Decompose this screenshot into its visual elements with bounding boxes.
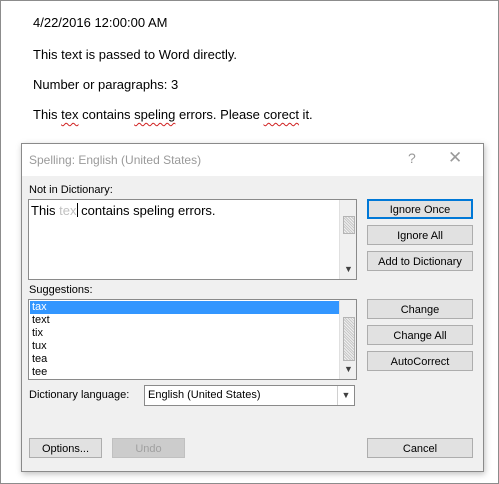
scroll-thumb[interactable] xyxy=(343,317,355,361)
suggestion-item[interactable]: tux xyxy=(30,340,340,353)
text-segment: This xyxy=(31,203,60,218)
not-in-dictionary-scrollbar[interactable]: ▼ xyxy=(339,200,356,279)
dialog-titlebar: Spelling: English (United States) ? ✕ xyxy=(22,144,483,176)
add-to-dictionary-button[interactable]: Add to Dictionary xyxy=(367,251,473,271)
help-icon[interactable]: ? xyxy=(408,150,416,166)
close-icon[interactable]: ✕ xyxy=(448,148,462,168)
text-segment: contains xyxy=(78,107,135,122)
suggestions-label: Suggestions: xyxy=(29,284,93,296)
suggestions-list[interactable]: tax text tix tux tea tee ▼ xyxy=(28,299,357,380)
undo-button[interactable]: Undo xyxy=(112,438,185,458)
document-date-line: 4/22/2016 12:00:00 AM xyxy=(33,15,168,30)
options-button[interactable]: Options... xyxy=(29,438,102,458)
misspelled-word: corect xyxy=(263,107,299,122)
text-segment: it. xyxy=(298,107,313,122)
suggestion-item[interactable]: tee xyxy=(30,366,340,379)
suggestions-scrollbar[interactable]: ▼ xyxy=(339,300,356,379)
misspelled-word: speling xyxy=(134,107,176,122)
chevron-down-icon[interactable]: ▼ xyxy=(337,386,354,405)
chevron-down-icon[interactable]: ▼ xyxy=(344,264,353,274)
not-in-dictionary-text: This tex contains speling errors. xyxy=(31,203,216,218)
text-segment: errors. Please xyxy=(175,107,264,122)
ignore-once-button[interactable]: Ignore Once xyxy=(367,199,473,219)
autocorrect-button[interactable]: AutoCorrect xyxy=(367,351,473,371)
cancel-button[interactable]: Cancel xyxy=(367,438,473,458)
change-all-button[interactable]: Change All xyxy=(367,325,473,345)
dialog-title: Spelling: English (United States) xyxy=(29,153,202,167)
chevron-down-icon[interactable]: ▼ xyxy=(344,364,353,374)
document-line-passed: This text is passed to Word directly. xyxy=(33,47,237,62)
text-segment: contains speling errors. xyxy=(77,203,216,218)
suggestion-item[interactable]: text xyxy=(30,314,340,327)
error-word: tex xyxy=(59,203,77,218)
not-in-dictionary-textbox[interactable]: This tex contains speling errors. ▼ xyxy=(28,199,357,280)
suggestion-item[interactable]: tix xyxy=(30,327,340,340)
change-button[interactable]: Change xyxy=(367,299,473,319)
ignore-all-button[interactable]: Ignore All xyxy=(367,225,473,245)
dictionary-language-select[interactable]: English (United States) ▼ xyxy=(144,385,355,406)
misspelled-word: tex xyxy=(61,107,79,122)
scroll-thumb[interactable] xyxy=(343,216,355,234)
document-line-errors: This tex contains speling errors. Please… xyxy=(33,107,313,122)
document-line-paragraphs: Number or paragraphs: 3 xyxy=(33,77,179,92)
text-segment: This xyxy=(33,107,62,122)
suggestion-item[interactable]: tea xyxy=(30,353,340,366)
spelling-dialog: Spelling: English (United States) ? ✕ No… xyxy=(21,143,484,472)
suggestion-item-selected[interactable]: tax xyxy=(30,301,340,314)
dictionary-language-value: English (United States) xyxy=(148,389,261,401)
not-in-dictionary-label: Not in Dictionary: xyxy=(29,184,113,196)
dictionary-language-label: Dictionary language: xyxy=(29,389,130,401)
